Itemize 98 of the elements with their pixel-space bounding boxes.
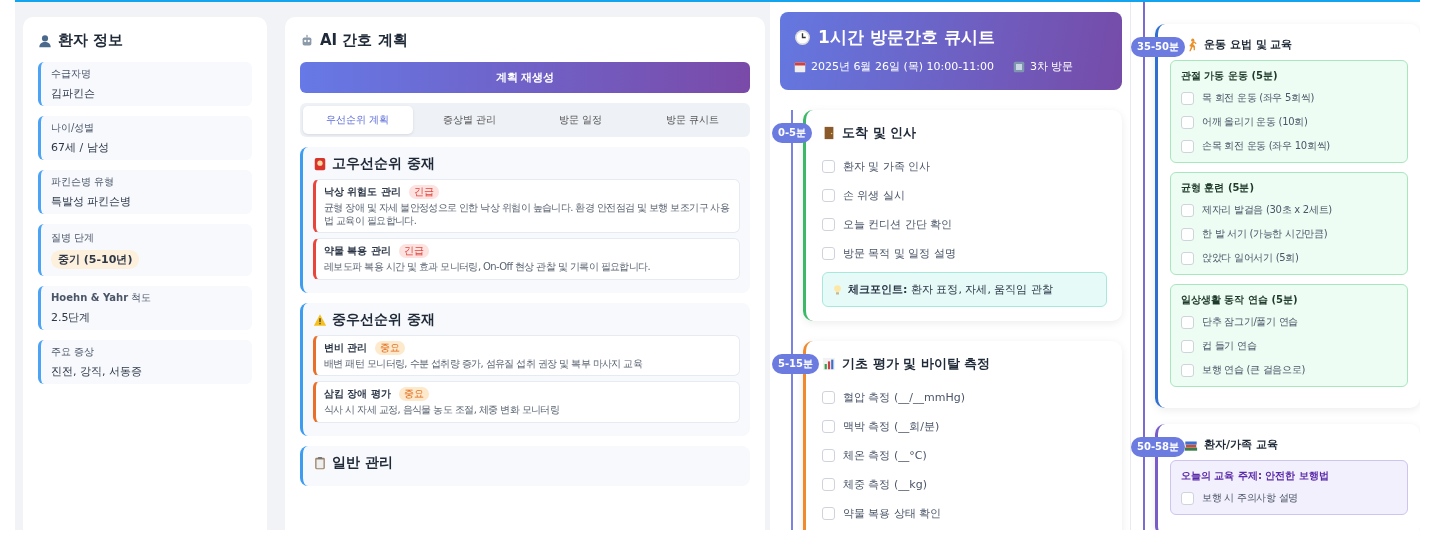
intervention-title: 낙상 위험도 관리 (324, 185, 401, 199)
calendar-icon (794, 60, 806, 73)
intervention-text: 레보도파 복용 시간 및 효과 모니터링, On-Off 현상 관찰 및 기록이 필요합니다. (324, 261, 652, 274)
tab[interactable]: 우선순위 계획 (303, 106, 413, 134)
tab[interactable]: 증상별 관리 (414, 106, 524, 134)
checklist-item[interactable]: 오늘 컨디션 간단 확인 (822, 210, 1107, 239)
checklist-item[interactable]: 한 발 서기 (가능한 시간만큼) (1181, 222, 1397, 246)
intervention-text: 배변 패턴 모니터링, 수분 섭취량 증가, 섬유질 섭취 권장 및 복부 마사지 교육 (324, 357, 644, 370)
intervention-title: 삼킴 장애 평가 (324, 387, 391, 401)
tab[interactable]: 방문 큐시트 (637, 106, 747, 134)
step-title: 도착 및 인사 (842, 124, 917, 142)
regenerate-button[interactable]: 계획 재생성 (300, 62, 750, 93)
bulb-icon (833, 283, 842, 296)
bar-chart-icon (822, 357, 836, 371)
field-label: Hoehn & Yahr 척도 (51, 291, 153, 305)
field-value: 김파킨슨 (51, 86, 96, 101)
field-value: 특발성 파킨슨병 (51, 194, 133, 209)
checkbox[interactable] (1181, 227, 1194, 241)
field-label: 질병 단계 (51, 231, 96, 245)
checkbox[interactable] (822, 507, 835, 520)
priority-badge: 긴급 (398, 244, 429, 258)
checklist-item[interactable]: 손 위생 실시 (822, 181, 1107, 210)
checkbox[interactable] (1181, 363, 1194, 377)
intervention-title: 변비 관리 (324, 340, 368, 355)
checkbox[interactable] (822, 391, 835, 404)
group-title: 일상생활 동작 연습 (5분) (1181, 293, 1299, 307)
checklist-item[interactable]: 보행 시 주의사항 설명 (1181, 486, 1397, 510)
tab[interactable]: 방문 일정 (526, 106, 636, 134)
section-title: 일반 관리 (332, 453, 393, 472)
checkbox[interactable] (1181, 251, 1194, 265)
group-title: 균형 훈련 (5분) (1181, 181, 1256, 195)
checkbox[interactable] (1181, 491, 1194, 505)
section-title: 중우선순위 중재 (332, 310, 435, 329)
panel-title: AI 간호 계획 (320, 31, 408, 50)
checklist-item[interactable]: 방문 목적 및 일정 설명 (822, 239, 1107, 268)
priority-badge: 중요 (375, 340, 406, 355)
checkbox[interactable] (822, 420, 835, 433)
intervention-text: 식사 시 자세 교정, 음식물 농도 조절, 체중 변화 모니터링 (324, 404, 561, 417)
section-title: 고우선순위 중재 (332, 155, 435, 173)
checkbox[interactable] (1181, 339, 1194, 353)
step-title: 기초 평가 및 바이탈 측정 (842, 355, 991, 373)
stage-badge: 중기 (5-10년) (51, 250, 140, 269)
checklist-item[interactable]: 단추 잠그기/풀기 연습 (1181, 310, 1397, 334)
field-value: 진전, 강직, 서동증 (51, 364, 143, 379)
siren-icon (313, 157, 327, 171)
checklist-item[interactable]: 체온 측정 (__°C) (822, 441, 1107, 470)
checklist-item[interactable]: 제자리 발걸음 (30초 x 2세트) (1181, 198, 1397, 222)
checkbox[interactable] (1181, 139, 1194, 153)
field-value: 67세 / 남성 (51, 140, 110, 155)
cuesheet-title: 1시간 방문간호 큐시트 (818, 26, 995, 49)
checklist-item[interactable]: 환자 및 가족 인사 (822, 152, 1107, 181)
group-title: 관절 가동 운동 (5분) (1181, 69, 1279, 83)
field-label: 주요 증상 (51, 345, 96, 359)
group-title: 오늘의 교육 주제: 안전한 보행법 (1181, 469, 1330, 483)
checklist-item[interactable]: 보행 연습 (큰 걸음으로) (1181, 358, 1397, 382)
priority-badge: 긴급 (408, 185, 439, 199)
clipboard-icon (313, 455, 327, 470)
robot-icon (300, 33, 314, 48)
checkbox[interactable] (822, 218, 835, 231)
checkbox[interactable] (1181, 203, 1194, 217)
checklist-item[interactable]: 컵 들기 연습 (1181, 334, 1397, 358)
checklist-item[interactable]: 손목 회전 운동 (좌우 10회씩) (1181, 134, 1397, 158)
checklist-item[interactable]: 체중 측정 (__kg) (822, 470, 1107, 499)
time-badge: 5-15분 (772, 354, 820, 374)
checklist-item[interactable]: 목 회전 운동 (좌우 5회씩) (1181, 86, 1397, 110)
checkbox[interactable] (1181, 315, 1194, 329)
priority-badge: 중요 (398, 387, 429, 401)
visit-count: 3차 방문 (1029, 59, 1074, 74)
note-text: 체크포인트: 환자 표정, 자세, 움직임 관찰 (848, 282, 1053, 297)
time-badge: 35-50분 (1131, 37, 1185, 57)
field-label: 파킨슨병 유형 (51, 175, 116, 189)
checkbox[interactable] (822, 449, 835, 462)
intervention-text: 균형 장애 및 자세 불안정성으로 인한 낙상 위험이 높습니다. 환경 안전점검 및 보행 보조기구 사용법 교육이 필요합니다. (324, 202, 731, 227)
checkbox[interactable] (1181, 115, 1194, 129)
checkbox[interactable] (822, 189, 835, 202)
time-badge: 0-5분 (772, 123, 813, 143)
checklist-item[interactable]: 어깨 올리기 운동 (10회) (1181, 110, 1397, 134)
warning-icon (313, 312, 327, 327)
panel-title: 환자 정보 (58, 31, 124, 50)
step-title: 환자/가족 교육 (1204, 437, 1278, 452)
time-badge: 50-58분 (1131, 437, 1185, 457)
step-title: 운동 요법 및 교육 (1204, 37, 1293, 52)
visit-date: 2025년 6월 26일 (목) 10:00-11:00 (811, 59, 994, 74)
clock-icon (794, 29, 811, 46)
checklist-item[interactable]: 약물 복용 상태 확인 (822, 499, 1107, 528)
checkbox[interactable] (822, 478, 835, 491)
checkbox[interactable] (822, 247, 835, 260)
intervention-title: 약물 복용 관리 (324, 244, 391, 258)
field-label: 나이/성별 (51, 121, 96, 135)
checklist-item[interactable]: 맥박 측정 (__회/분) (822, 412, 1107, 441)
checkbox[interactable] (1181, 91, 1194, 105)
checkbox[interactable] (822, 160, 835, 173)
door-icon (822, 126, 836, 140)
field-value: 2.5단계 (51, 310, 92, 325)
person-icon (38, 33, 52, 48)
checklist-item[interactable]: 앉았다 일어서기 (5회) (1181, 246, 1397, 270)
field-label: 수급자명 (51, 67, 92, 81)
checklist-item[interactable]: 혈압 측정 (__/__mmHg) (822, 383, 1107, 412)
